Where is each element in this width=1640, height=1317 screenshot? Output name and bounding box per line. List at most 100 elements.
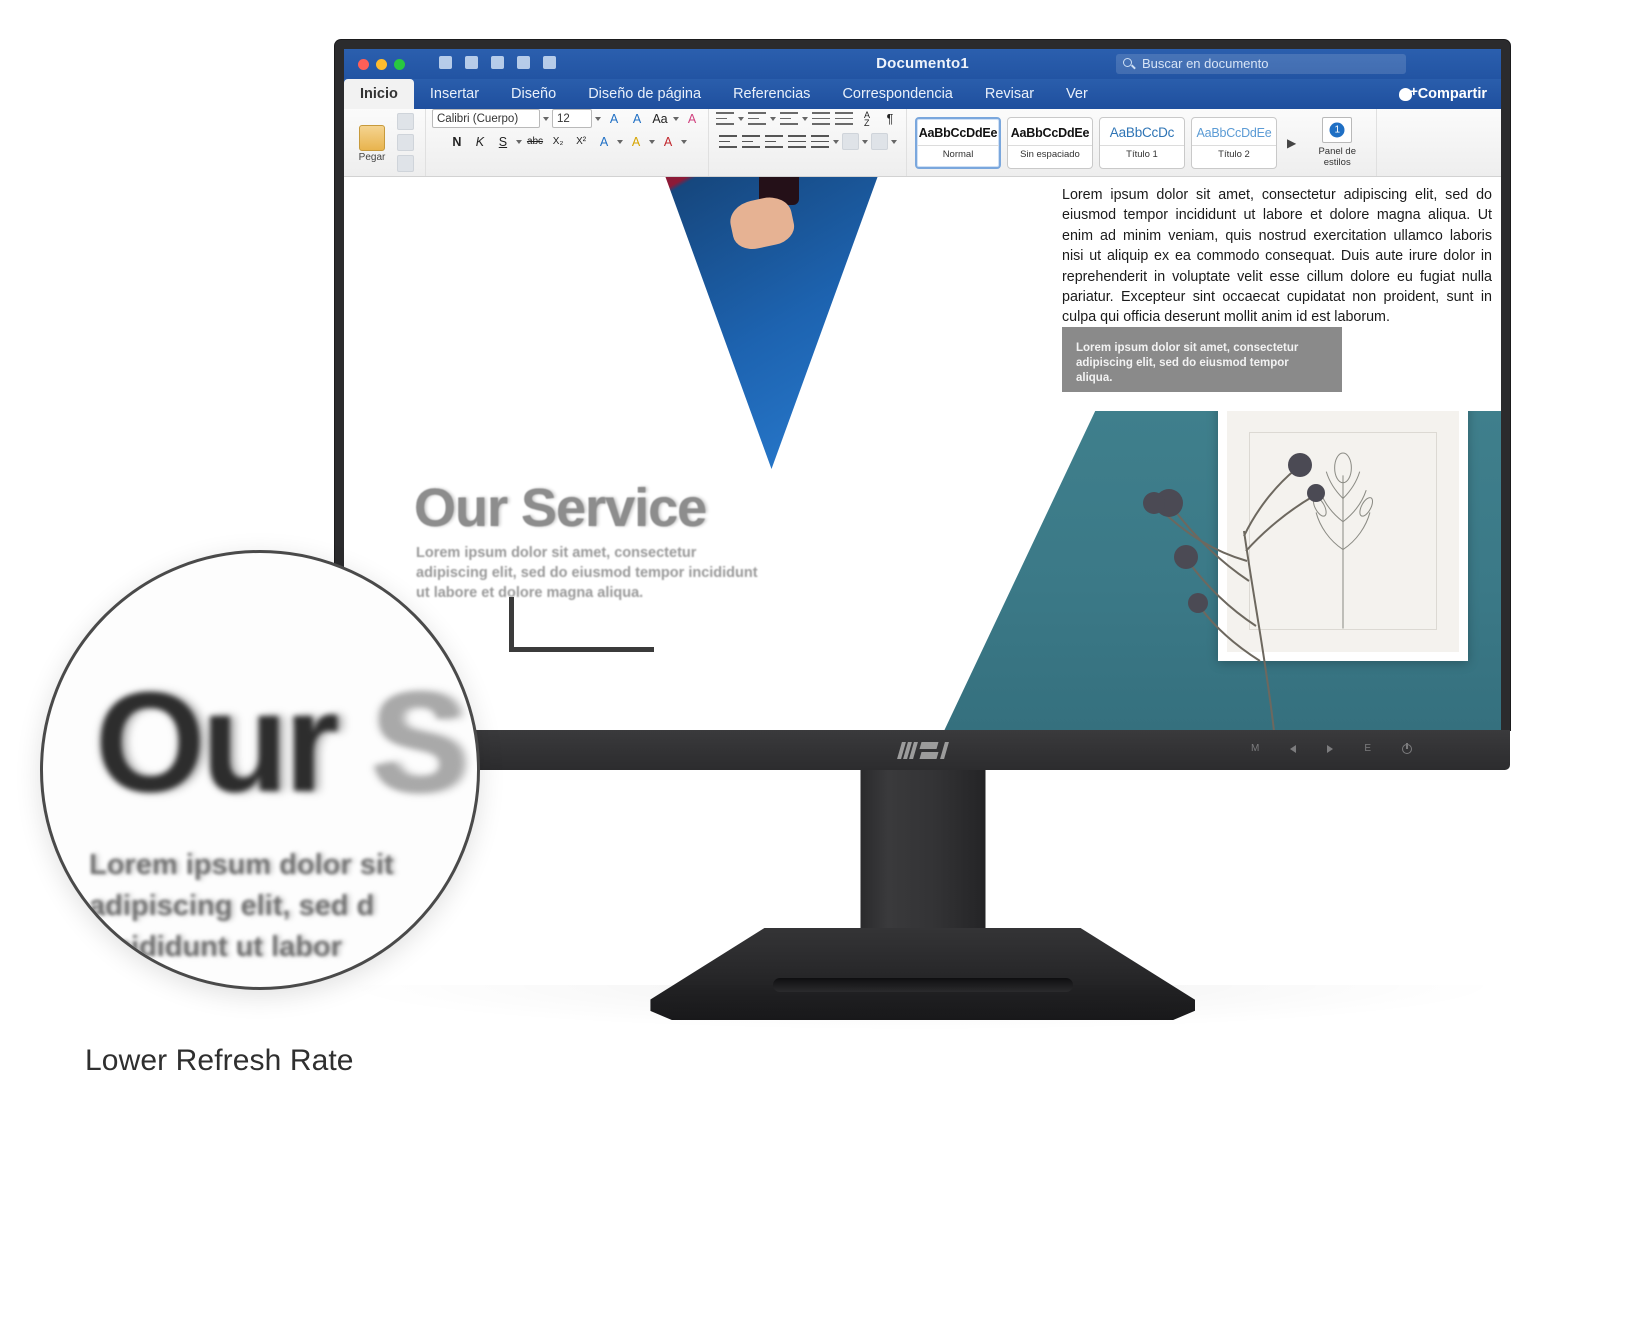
- tab-diseno-de-pagina[interactable]: Diseño de página: [572, 79, 717, 109]
- copy-icon[interactable]: [397, 134, 414, 151]
- chevron-down-icon[interactable]: [543, 116, 549, 121]
- corner-decoration: [509, 597, 654, 652]
- magnifier-loupe: Our S Lorem ipsum dolor sit adipiscing e…: [40, 550, 480, 990]
- tab-insertar[interactable]: Insertar: [414, 79, 495, 109]
- italic-button[interactable]: K: [470, 132, 490, 151]
- msi-logo: [896, 742, 949, 759]
- osd-right-button[interactable]: [1327, 745, 1334, 753]
- clear-formatting-button[interactable]: A: [682, 109, 702, 128]
- underline-button[interactable]: S: [493, 132, 513, 151]
- shading-icon[interactable]: [842, 133, 859, 150]
- tab-referencias[interactable]: Referencias: [717, 79, 826, 109]
- magnified-subtitle-line-2: adipiscing elit, sed d: [89, 890, 375, 922]
- style-normal[interactable]: AaBbCcDdEe Normal: [915, 116, 1001, 169]
- style-titulo-1[interactable]: AaBbCcDc Título 1: [1099, 116, 1185, 169]
- monitor-display: Documento1 Buscar en documento Inicio In…: [344, 49, 1501, 730]
- font-size-select[interactable]: 12: [552, 109, 592, 128]
- borders-icon[interactable]: [871, 133, 888, 150]
- styles-pane-button[interactable]: Panel de estilos: [1306, 117, 1368, 168]
- superscript-button[interactable]: X²: [571, 132, 591, 151]
- ribbon-group-clipboard: Pegar: [344, 109, 426, 176]
- osd-left-button[interactable]: [1290, 745, 1297, 753]
- align-center-icon[interactable]: [741, 133, 761, 150]
- justify-icon[interactable]: [787, 133, 807, 150]
- chevron-down-icon[interactable]: [738, 116, 744, 121]
- line-spacing-icon[interactable]: [810, 133, 830, 150]
- cut-icon[interactable]: [397, 113, 414, 130]
- style-sample: AaBbCcDc: [1109, 125, 1175, 140]
- show-marks-button[interactable]: ¶: [880, 109, 900, 128]
- chevron-down-icon[interactable]: [673, 116, 679, 121]
- chevron-down-icon[interactable]: [770, 116, 776, 121]
- power-button-icon[interactable]: [1402, 743, 1412, 754]
- align-right-icon[interactable]: [764, 133, 784, 150]
- shrink-font-button[interactable]: A: [627, 109, 647, 128]
- font-color-button[interactable]: A: [658, 132, 678, 151]
- photo-hero: [619, 177, 924, 469]
- strikethrough-button[interactable]: abc: [525, 132, 545, 151]
- font-family-select[interactable]: Calibri (Cuerpo): [432, 109, 540, 128]
- word-window: Documento1 Buscar en documento Inicio In…: [344, 49, 1501, 730]
- chevron-down-icon[interactable]: [515, 139, 522, 144]
- photo-plant: [944, 411, 1501, 730]
- magnified-title-dark: Our: [95, 663, 339, 822]
- decrease-indent-icon[interactable]: [811, 110, 831, 127]
- paste-button[interactable]: Pegar: [351, 123, 393, 163]
- numbering-icon[interactable]: [747, 110, 767, 127]
- magnified-subtitle-line-1: Lorem ipsum dolor sit: [89, 849, 394, 881]
- ribbon-group-font: Calibri (Cuerpo) 12 A A Aa A N K S abc X…: [426, 109, 709, 176]
- slide-subtitle: Lorem ipsum dolor sit amet, consectetur …: [416, 545, 758, 601]
- grow-font-button[interactable]: A: [604, 109, 624, 128]
- share-button[interactable]: Compartir: [1398, 79, 1487, 109]
- style-sample: AaBbCcDdEe: [918, 125, 998, 140]
- msi-logo-i: [939, 742, 949, 759]
- document-callout[interactable]: Lorem ipsum dolor sit amet, consectetur …: [1062, 327, 1342, 392]
- ribbon-group-styles: AaBbCcDdEe Normal AaBbCcDdEe Sin espacia…: [907, 109, 1378, 176]
- ribbon-tab-bar[interactable]: Inicio Insertar Diseño Diseño de página …: [344, 79, 1501, 109]
- clipboard-tools[interactable]: [393, 113, 418, 172]
- style-label: Título 2: [1192, 144, 1276, 160]
- tab-diseno[interactable]: Diseño: [495, 79, 572, 109]
- style-sin-espaciado[interactable]: AaBbCcDdEe Sin espaciado: [1007, 116, 1093, 169]
- magnified-subtitle-line-3: incididunt ut labor: [89, 931, 342, 963]
- increase-indent-icon[interactable]: [834, 110, 854, 127]
- chevron-down-icon[interactable]: [891, 139, 897, 144]
- sort-button[interactable]: A Z: [857, 109, 877, 128]
- search-placeholder: Buscar en documento: [1142, 56, 1269, 71]
- change-case-button[interactable]: Aa: [650, 109, 670, 128]
- style-label: Título 1: [1100, 145, 1184, 160]
- chevron-down-icon[interactable]: [681, 139, 688, 144]
- osd-button-row[interactable]: M E: [1251, 743, 1412, 754]
- style-titulo-2[interactable]: AaBbCcDdEe Título 2: [1191, 116, 1277, 169]
- document-paragraph[interactable]: Lorem ipsum dolor sit amet, consectetur …: [1062, 185, 1492, 328]
- document-canvas[interactable]: Our Service Lorem ipsum dolor sit amet, …: [344, 177, 1501, 730]
- align-left-icon[interactable]: [718, 133, 738, 150]
- tab-ver[interactable]: Ver: [1050, 79, 1104, 109]
- monitor-screen-bezel: Documento1 Buscar en documento Inicio In…: [335, 40, 1510, 730]
- highlight-color-button[interactable]: A: [626, 132, 646, 151]
- search-icon: [1123, 58, 1132, 67]
- multilevel-list-icon[interactable]: [779, 110, 799, 127]
- bullets-icon[interactable]: [715, 110, 735, 127]
- chevron-down-icon[interactable]: [595, 116, 601, 121]
- chevron-down-icon[interactable]: [833, 139, 839, 144]
- styles-more-icon[interactable]: ▶: [1283, 136, 1300, 150]
- chevron-down-icon[interactable]: [649, 139, 656, 144]
- tab-correspondencia[interactable]: Correspondencia: [826, 79, 968, 109]
- style-sample: AaBbCcDdEe: [1196, 125, 1272, 140]
- format-painter-icon[interactable]: [397, 155, 414, 172]
- chevron-down-icon[interactable]: [617, 139, 624, 144]
- chevron-down-icon[interactable]: [802, 116, 808, 121]
- monitor-drop-shadow: [330, 985, 1510, 1031]
- tab-inicio[interactable]: Inicio: [344, 79, 414, 109]
- search-document-input[interactable]: Buscar en documento: [1116, 54, 1406, 74]
- bold-button[interactable]: N: [447, 132, 467, 151]
- osd-menu-button[interactable]: M: [1251, 744, 1259, 754]
- osd-exit-button[interactable]: E: [1364, 744, 1371, 754]
- style-label: Sin espaciado: [1008, 144, 1092, 160]
- subscript-button[interactable]: X₂: [548, 132, 568, 151]
- chevron-down-icon[interactable]: [862, 139, 868, 144]
- tab-revisar[interactable]: Revisar: [969, 79, 1050, 109]
- styles-pane-label: Panel de estilos: [1318, 146, 1356, 168]
- text-effects-button[interactable]: A: [594, 132, 614, 151]
